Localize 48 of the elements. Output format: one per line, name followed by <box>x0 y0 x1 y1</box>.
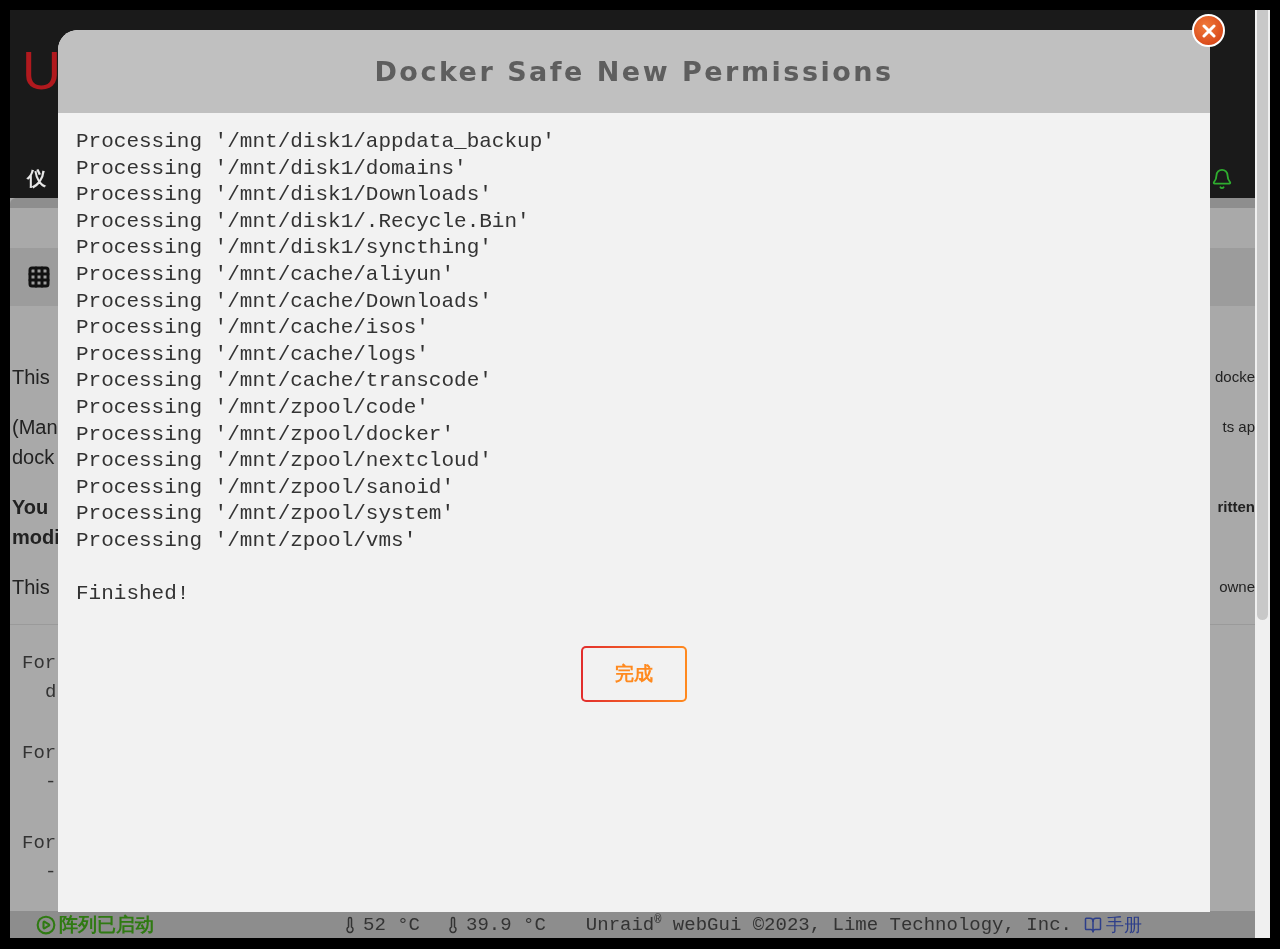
code-line: For <box>22 651 57 676</box>
scrollbar[interactable] <box>1255 10 1270 938</box>
text-fragment: You <box>12 495 49 520</box>
code-line: For <box>22 831 57 856</box>
output-line: Processing '/mnt/cache/isos' <box>76 315 430 342</box>
code-line: For <box>22 741 57 766</box>
text-fragment: modi <box>12 525 60 550</box>
bell-icon[interactable] <box>1211 168 1233 190</box>
output-line: Processing '/mnt/cache/aliyun' <box>76 261 456 288</box>
code-line: - <box>44 860 57 885</box>
code-line: d <box>44 680 57 705</box>
output-line: Processing '/mnt/zpool/code' <box>76 394 430 421</box>
nav-item[interactable]: 仪 <box>27 166 46 192</box>
output-line: Processing '/mnt/zpool/nextcloud' <box>76 448 493 475</box>
output-line: Processing '/mnt/cache/Downloads' <box>76 288 493 315</box>
grid-icon[interactable] <box>27 265 51 289</box>
text-fragment: ts ap <box>1222 417 1255 437</box>
manual-link[interactable]: 手册 <box>1083 912 1142 937</box>
output-line: Processing '/mnt/cache/logs' <box>76 341 430 368</box>
output-line: Processing '/mnt/disk1/syncthing' <box>76 235 493 262</box>
output-line: Processing '/mnt/disk1/appdata_backup' <box>76 129 556 155</box>
book-icon <box>1083 915 1102 934</box>
text-fragment: This <box>12 365 50 390</box>
temperature: 39.9 °C <box>444 913 546 936</box>
text-fragment: owne <box>1219 577 1255 597</box>
code-line: - <box>44 770 57 795</box>
copyright: Unraid$^{®}$ webGui ©2023, Lime Technology, Inc. <box>585 912 1072 937</box>
output-line: Processing '/mnt/disk1/Downloads' <box>76 182 493 209</box>
done-button[interactable]: 完成 <box>581 645 687 702</box>
close-icon <box>1201 23 1216 38</box>
output-line: Processing '/mnt/disk1/.Recycle.Bin' <box>76 208 531 235</box>
dialog-title: Docker Safe New Permissions <box>374 56 894 87</box>
text-fragment: dock <box>12 445 55 470</box>
text-fragment: This <box>12 575 50 600</box>
output-line: Processing '/mnt/cache/transcode' <box>76 368 493 395</box>
output-line: Processing '/mnt/zpool/vms' <box>76 527 418 554</box>
text-fragment: docke <box>1214 367 1255 387</box>
play-icon <box>36 914 56 935</box>
output-line: Processing '/mnt/zpool/system' <box>76 501 456 528</box>
output-line: Processing '/mnt/zpool/sanoid' <box>76 474 456 501</box>
text-fragment: (Man <box>12 415 58 440</box>
output-line: Finished! <box>76 581 191 608</box>
array-status: 阵列已启动 <box>36 911 341 938</box>
output-line: Processing '/mnt/zpool/docker' <box>76 421 456 448</box>
temperature: 52 °C <box>341 913 420 936</box>
text-fragment: ritten <box>1217 497 1255 517</box>
output-line: Processing '/mnt/disk1/domains' <box>76 155 468 182</box>
logo-letter: U <box>22 43 61 97</box>
